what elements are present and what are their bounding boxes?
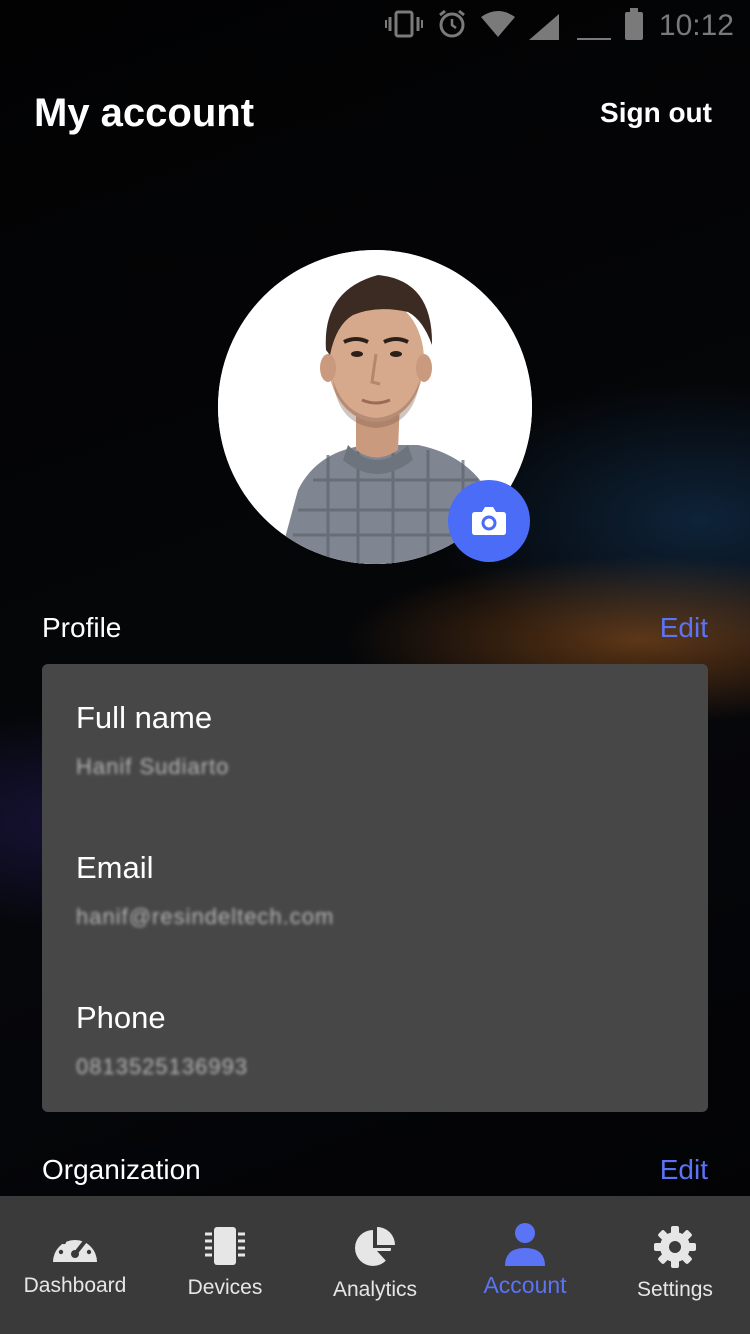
change-photo-button[interactable] (448, 480, 530, 562)
battery-icon (624, 8, 643, 40)
tab-label: Account (483, 1272, 567, 1298)
chip-icon (205, 1227, 245, 1265)
profile-section-title: Profile (42, 612, 122, 643)
header: My account Sign out (0, 78, 750, 148)
pie-chart-icon (355, 1227, 395, 1266)
profile-section-header: Profile Edit (42, 612, 708, 644)
organization-section-title: Organization (42, 1154, 201, 1185)
tab-settings[interactable]: Settings (600, 1196, 750, 1334)
profile-card: Full name Hanif Sudiarto Email hanif@res… (42, 664, 708, 1112)
field-label: Full name (76, 700, 213, 735)
edit-organization-button[interactable]: Edit (660, 1154, 708, 1186)
field-label: Email (76, 850, 154, 885)
page-title: My account (34, 90, 255, 135)
tab-label: Devices (187, 1276, 263, 1299)
tab-label: Settings (637, 1278, 713, 1301)
field-phone: Phone 0813525136993 (76, 1000, 674, 1150)
tab-devices[interactable]: Devices (150, 1196, 300, 1334)
tab-label: Analytics (332, 1278, 418, 1301)
avatar-container (218, 250, 532, 564)
gauge-icon (53, 1234, 97, 1262)
edit-profile-button[interactable]: Edit (660, 612, 708, 644)
tab-dashboard[interactable]: Dashboard (0, 1196, 150, 1334)
gear-icon (654, 1226, 696, 1268)
field-value: hanif@resindeltech.com (76, 904, 335, 929)
person-icon (505, 1223, 545, 1266)
bottom-tab-bar: Dashboard Devices Analytics Account Sett… (0, 1196, 750, 1334)
field-value: 0813525136993 (76, 1054, 249, 1079)
status-time: 10:12 (658, 9, 734, 42)
field-label: Phone (76, 1000, 166, 1035)
field-full-name: Full name Hanif Sudiarto (76, 700, 674, 850)
signal-outline-icon (576, 12, 611, 40)
sign-out-button[interactable]: Sign out (600, 97, 712, 129)
field-value: Hanif Sudiarto (76, 754, 230, 779)
status-bar: 10:12 (0, 0, 750, 52)
tab-account[interactable]: Account (450, 1196, 600, 1334)
field-email: Email hanif@resindeltech.com (76, 850, 674, 1000)
organization-section-header: Organization Edit (42, 1154, 708, 1186)
signal-icon (528, 12, 563, 40)
vibrate-icon (384, 10, 423, 43)
camera-icon (472, 507, 506, 535)
tab-analytics[interactable]: Analytics (300, 1196, 450, 1334)
wifi-icon (480, 10, 515, 42)
alarm-icon (437, 9, 467, 44)
tab-label: Dashboard (23, 1274, 127, 1297)
